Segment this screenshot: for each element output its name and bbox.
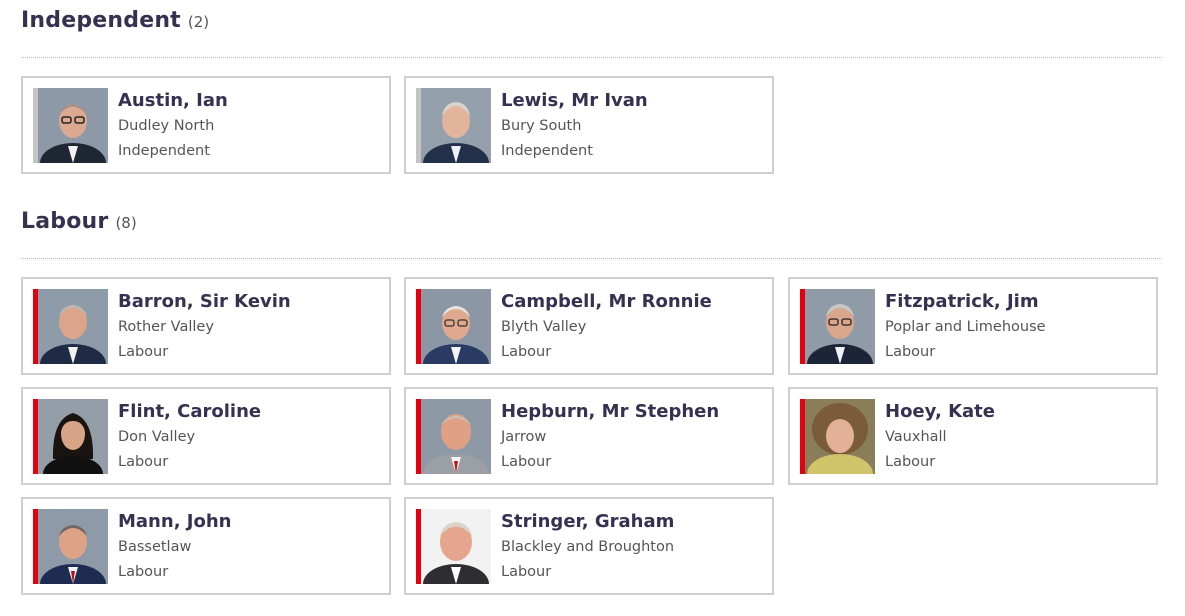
member-constituency: Blyth Valley	[501, 319, 587, 335]
section-labour: Labour (8)	[21, 209, 1162, 245]
section-title: Labour	[21, 209, 109, 234]
member-photo	[38, 399, 108, 474]
member-name[interactable]: Flint, Caroline	[118, 401, 261, 422]
member-photo	[38, 509, 108, 584]
section-divider	[21, 57, 1162, 58]
member-photo	[421, 289, 491, 364]
member-photo	[38, 289, 108, 364]
member-name[interactable]: Fitzpatrick, Jim	[885, 291, 1039, 312]
member-party: Independent	[501, 143, 593, 159]
section-count: (2)	[187, 13, 210, 31]
member-constituency: Bassetlaw	[118, 539, 192, 555]
section-title: Independent	[21, 8, 181, 33]
section-divider	[21, 258, 1162, 259]
member-name[interactable]: Lewis, Mr Ivan	[501, 90, 648, 111]
member-card-flint[interactable]: Flint, Caroline Don Valley Labour	[21, 387, 391, 485]
member-card-mann[interactable]: Mann, John Bassetlaw Labour	[21, 497, 391, 595]
member-photo	[805, 399, 875, 474]
member-card-austin[interactable]: Austin, Ian Dudley North Independent	[21, 76, 391, 174]
member-card-hoey[interactable]: Hoey, Kate Vauxhall Labour	[788, 387, 1158, 485]
member-card-barron[interactable]: Barron, Sir Kevin Rother Valley Labour	[21, 277, 391, 375]
member-constituency: Jarrow	[501, 429, 547, 445]
member-party: Labour	[501, 564, 552, 580]
member-name[interactable]: Hoey, Kate	[885, 401, 995, 422]
member-card-campbell[interactable]: Campbell, Mr Ronnie Blyth Valley Labour	[404, 277, 774, 375]
member-name[interactable]: Campbell, Mr Ronnie	[501, 291, 712, 312]
member-name[interactable]: Austin, Ian	[118, 90, 228, 111]
member-name[interactable]: Barron, Sir Kevin	[118, 291, 291, 312]
member-constituency: Rother Valley	[118, 319, 214, 335]
member-constituency: Vauxhall	[885, 429, 947, 445]
member-name[interactable]: Hepburn, Mr Stephen	[501, 401, 719, 422]
member-photo	[421, 399, 491, 474]
member-constituency: Don Valley	[118, 429, 196, 445]
member-photo	[421, 88, 491, 163]
member-constituency: Blackley and Broughton	[501, 539, 675, 555]
member-constituency: Poplar and Limehouse	[885, 319, 1046, 335]
member-constituency: Bury South	[501, 118, 582, 134]
member-party: Labour	[501, 454, 552, 470]
member-card-hepburn[interactable]: Hepburn, Mr Stephen Jarrow Labour	[404, 387, 774, 485]
member-party: Labour	[118, 344, 169, 360]
member-party: Labour	[885, 344, 936, 360]
member-photo	[38, 88, 108, 163]
member-card-fitzpatrick[interactable]: Fitzpatrick, Jim Poplar and Limehouse La…	[788, 277, 1158, 375]
member-name[interactable]: Stringer, Graham	[501, 511, 674, 532]
member-card-stringer[interactable]: Stringer, Graham Blackley and Broughton …	[404, 497, 774, 595]
section-header: Labour (8)	[21, 209, 1162, 245]
section-header: Independent (2)	[21, 8, 1162, 44]
member-party: Labour	[118, 454, 169, 470]
member-photo	[805, 289, 875, 364]
section-count: (8)	[115, 214, 137, 232]
section-independent: Independent (2)	[21, 8, 1162, 44]
member-party: Labour	[885, 454, 936, 470]
member-party: Labour	[118, 564, 169, 580]
member-party: Labour	[501, 344, 552, 360]
member-card-lewis[interactable]: Lewis, Mr Ivan Bury South Independent	[404, 76, 774, 174]
member-party: Independent	[118, 143, 210, 159]
member-name[interactable]: Mann, John	[118, 511, 231, 532]
member-constituency: Dudley North	[118, 118, 215, 134]
member-photo	[421, 509, 491, 584]
